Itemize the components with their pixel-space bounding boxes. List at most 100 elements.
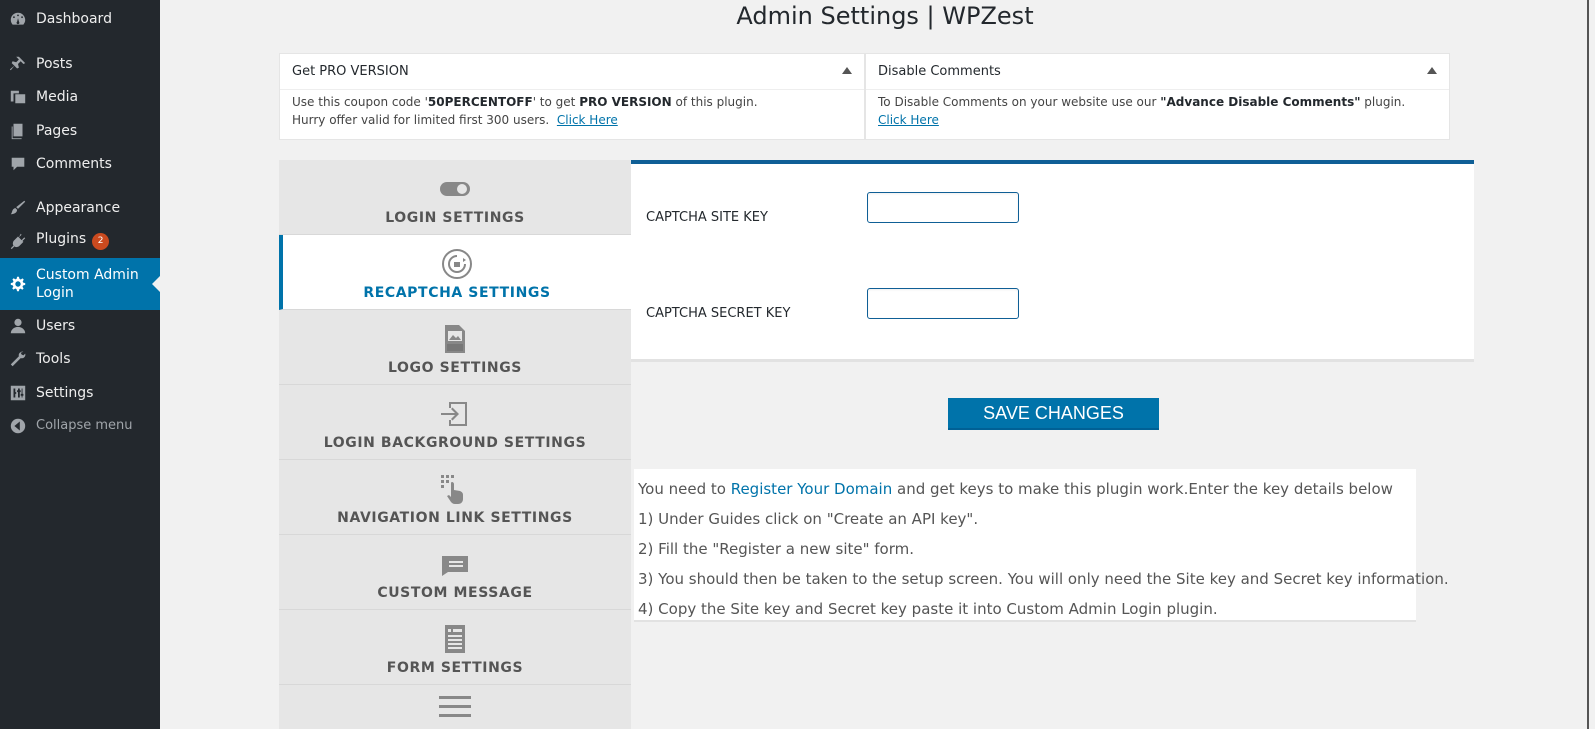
login-arrow-icon [438, 397, 472, 431]
sidebar-item-label: Dashboard [36, 10, 112, 27]
sidebar-item-dashboard[interactable]: Dashboard [0, 2, 160, 35]
sidebar-item-users[interactable]: Users [0, 309, 160, 342]
sidebar-item-label: Plugins 2 [36, 231, 160, 250]
admin-sidebar: Dashboard Posts Media Pages Comments App… [0, 0, 160, 729]
toggle-icon [438, 172, 472, 206]
instructions-intro: You need to Register Your Domain and get… [638, 474, 1412, 504]
notice-text: of this plugin. [671, 95, 758, 109]
notice-body: Use this coupon code '50PERCENTOFF' to g… [280, 90, 864, 132]
dashboard-icon [8, 9, 28, 29]
notice-text: Use this coupon code ' [292, 95, 428, 109]
notice-header[interactable]: Disable Comments [866, 54, 1449, 90]
pages-icon [8, 121, 28, 141]
tab-form-settings[interactable]: FORM SETTINGS [279, 610, 631, 685]
notice-text: plugin. [1360, 95, 1406, 109]
gear-icon [8, 274, 28, 294]
tab-label: NAVIGATION LINK SETTINGS [337, 510, 573, 526]
captcha-site-key-label: CAPTCHA SITE KEY [646, 210, 768, 225]
instruction-step: 1) Under Guides click on "Create an API … [638, 510, 979, 528]
tab-label: LOGIN BACKGROUND SETTINGS [323, 435, 587, 451]
instruction-step: 3) You should then be taken to the setup… [638, 570, 1449, 588]
user-icon [8, 316, 28, 336]
tab-login-settings[interactable]: LOGIN SETTINGS [279, 160, 631, 235]
sidebar-item-posts[interactable]: Posts [0, 47, 160, 80]
sidebar-item-appearance[interactable]: Appearance [0, 191, 160, 224]
sidebar-item-label: Appearance [36, 199, 121, 216]
sidebar-item-custom-admin-login[interactable]: Custom Admin Login [0, 258, 160, 310]
instruction-step: 4) Copy the Site key and Secret key past… [638, 600, 1218, 618]
tab-navigation-link-settings[interactable]: NAVIGATION LINK SETTINGS [279, 460, 631, 535]
recaptcha-settings-panel: CAPTCHA SITE KEY CAPTCHA SECRET KEY [631, 160, 1474, 362]
settings-tabs: LOGIN SETTINGS RECAPTCHA SETTINGS LOGO S… [279, 160, 631, 729]
menu-lines-icon [438, 691, 472, 725]
sidebar-item-comments[interactable]: Comments [0, 147, 160, 180]
recaptcha-icon [440, 247, 474, 281]
sliders-icon [8, 383, 28, 403]
tab-label: LOGO SETTINGS [388, 360, 522, 376]
tab-label: LOGIN SETTINGS [385, 210, 525, 226]
pin-icon [8, 54, 28, 74]
collapse-toggle-icon[interactable] [1427, 67, 1437, 74]
instruction-step: 2) Fill the "Register a new site" form. [638, 540, 915, 558]
instruction-text: and get keys to make this plugin work.En… [892, 480, 1393, 498]
media-icon [8, 87, 28, 107]
sidebar-item-label: Collapse menu [36, 418, 133, 433]
pro-version-text: PRO VERSION [579, 95, 672, 109]
pointer-icon [438, 472, 472, 506]
page-title: Admin Settings | WPZest [736, 2, 1034, 30]
sidebar-item-settings[interactable]: Settings [0, 376, 160, 409]
disable-comments-notice: Disable Comments To Disable Comments on … [865, 53, 1450, 140]
recaptcha-instructions: You need to Register Your Domain and get… [634, 469, 1449, 622]
captcha-site-key-input[interactable] [867, 192, 1019, 223]
sidebar-item-tools[interactable]: Tools [0, 342, 160, 375]
comments-click-here-link[interactable]: Click Here [878, 113, 939, 127]
sidebar-item-label: Custom Admin Login [36, 267, 139, 301]
captcha-secret-key-label: CAPTCHA SECRET KEY [646, 306, 791, 321]
plugin-name: "Advance Disable Comments" [1160, 95, 1361, 109]
notice-title: Get PRO VERSION [292, 64, 409, 79]
sidebar-item-label: Posts [36, 55, 73, 72]
collapse-menu-button[interactable]: Collapse menu [0, 409, 160, 442]
tab-logo-settings[interactable]: LOGO SETTINGS [279, 310, 631, 385]
tab-login-background-settings[interactable]: LOGIN BACKGROUND SETTINGS [279, 385, 631, 460]
notice-text: Hurry offer valid for limited first 300 … [292, 113, 550, 127]
tab-recaptcha-settings[interactable]: RECAPTCHA SETTINGS [279, 235, 631, 310]
form-icon [438, 622, 472, 656]
plugin-icon [8, 231, 28, 251]
sidebar-item-label: Pages [36, 122, 78, 139]
sidebar-item-media[interactable]: Media [0, 80, 160, 113]
instruction-text: You need to [638, 480, 731, 498]
collapse-icon [8, 416, 28, 436]
collapse-toggle-icon[interactable] [842, 67, 852, 74]
sidebar-item-label: Media [36, 88, 79, 105]
notice-title: Disable Comments [878, 64, 1001, 79]
comments-icon [8, 154, 28, 174]
notice-text: To Disable Comments on your website use … [878, 95, 1161, 109]
pro-click-here-link[interactable]: Click Here [557, 113, 618, 127]
tab-label: FORM SETTINGS [386, 660, 524, 676]
sidebar-item-label: Settings [36, 384, 94, 401]
plugins-update-badge: 2 [92, 233, 110, 250]
brush-icon [8, 198, 28, 218]
message-icon [438, 547, 472, 581]
sidebar-item-pages[interactable]: Pages [0, 114, 160, 147]
tab-label: CUSTOM MESSAGE [377, 585, 533, 601]
tab-custom-message[interactable]: CUSTOM MESSAGE [279, 535, 631, 610]
notice-body: To Disable Comments on your website use … [866, 90, 1449, 132]
sidebar-item-label: Users [36, 317, 76, 334]
sidebar-item-label: Tools [36, 350, 71, 367]
tab-label: RECAPTCHA SETTINGS [363, 285, 551, 301]
register-domain-link[interactable]: Register Your Domain [731, 480, 893, 498]
pro-version-notice: Get PRO VERSION Use this coupon code '50… [279, 53, 865, 140]
scrollbar[interactable] [1587, 0, 1589, 729]
image-file-icon [438, 322, 472, 356]
notice-header[interactable]: Get PRO VERSION [280, 54, 864, 90]
sidebar-item-label: Comments [36, 155, 112, 172]
captcha-secret-key-input[interactable] [867, 288, 1019, 319]
notice-text: ' to get [532, 95, 580, 109]
tab-more-settings[interactable] [279, 685, 631, 729]
wrench-icon [8, 349, 28, 369]
save-changes-button[interactable]: SAVE CHANGES [948, 398, 1159, 430]
coupon-code: 50PERCENTOFF [427, 95, 533, 109]
sidebar-item-plugins[interactable]: Plugins 2 [0, 224, 160, 257]
